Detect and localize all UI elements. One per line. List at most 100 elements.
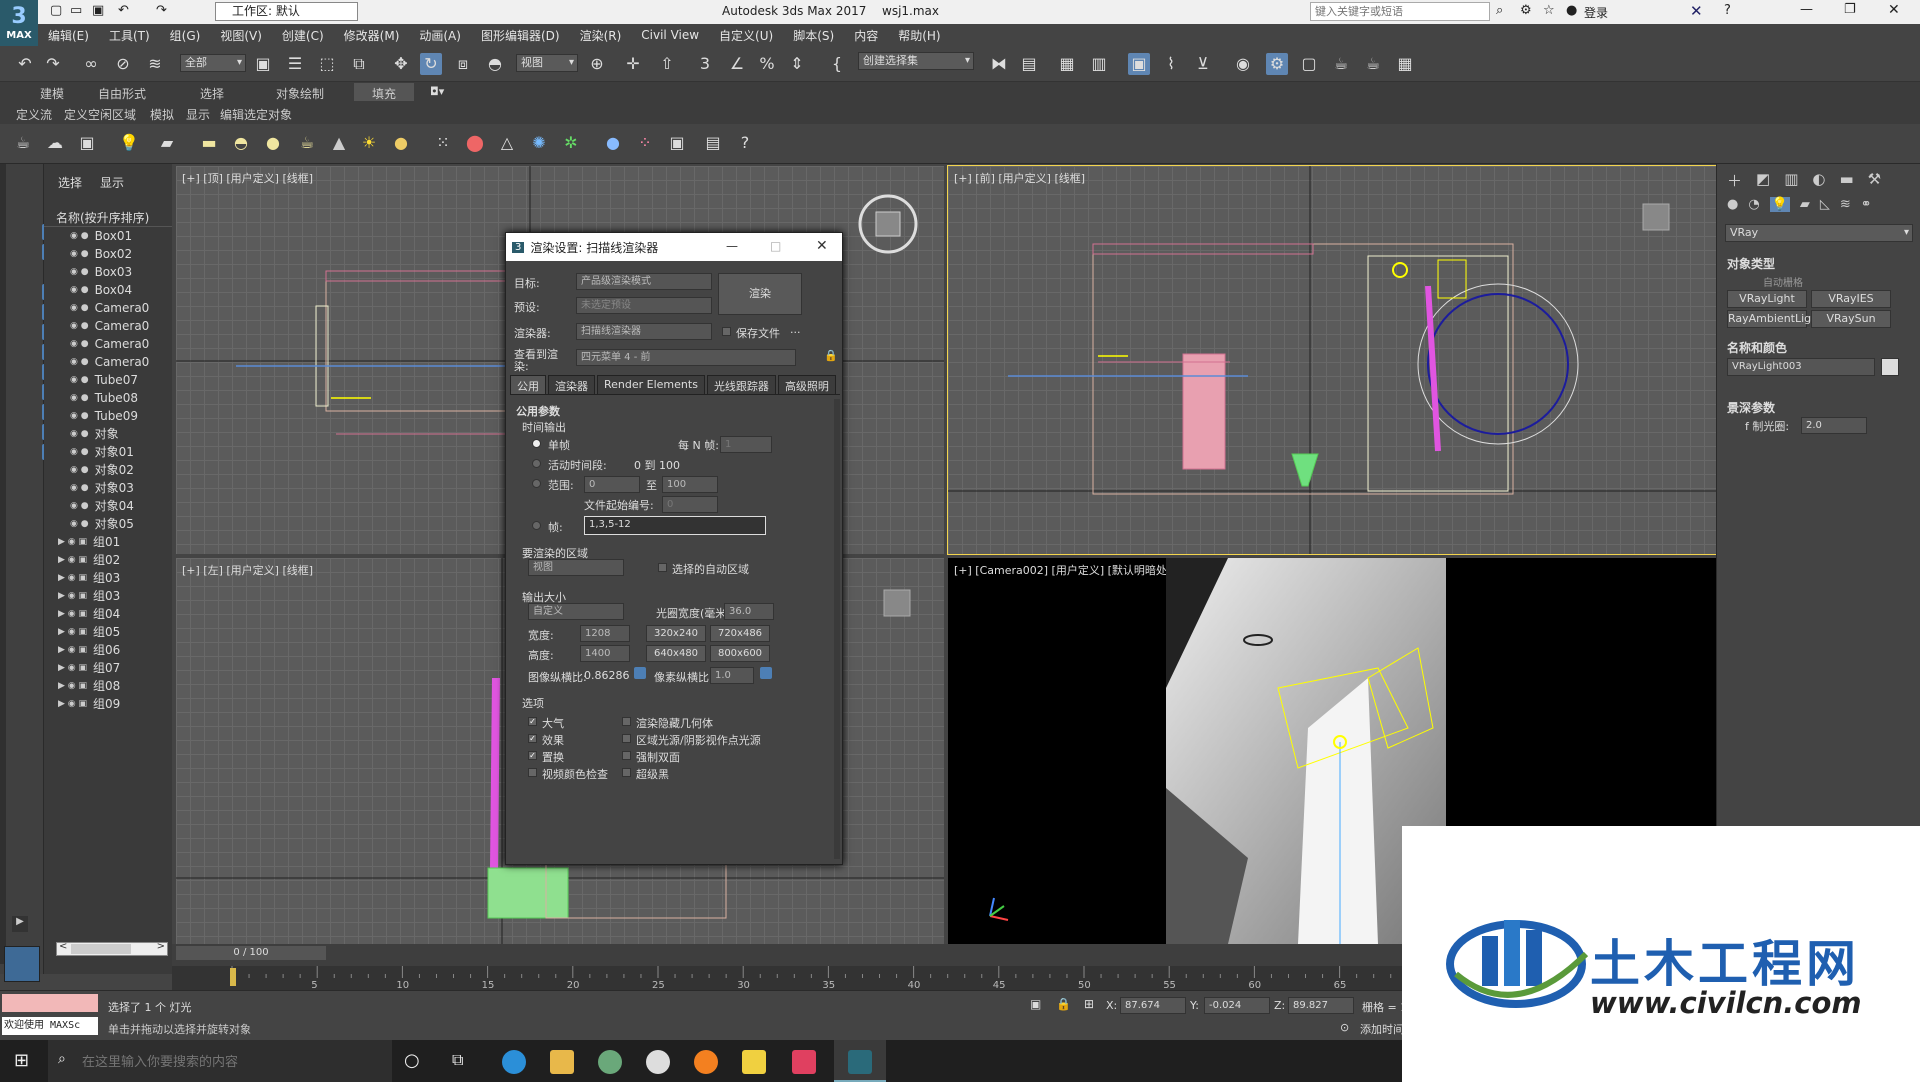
horizontal-scrollbar[interactable]: < > bbox=[56, 941, 168, 956]
group-expand-icon[interactable]: ▶ ◉ ▣ bbox=[58, 677, 87, 695]
visibility-eye-icon[interactable]: ◉ ● bbox=[70, 443, 89, 461]
ribbon-subtab-4[interactable]: 编辑选定对象 bbox=[220, 106, 292, 123]
menu-item-2[interactable]: 组(G) bbox=[160, 27, 211, 44]
create-tab-icon[interactable]: ＋ bbox=[1727, 170, 1742, 191]
hierarchy-tab-icon[interactable]: ▥ bbox=[1784, 170, 1798, 191]
notepad-icon[interactable] bbox=[742, 1050, 766, 1074]
login-link[interactable]: 登录 bbox=[1584, 4, 1608, 21]
schematic-view-icon[interactable]: ⊻ bbox=[1192, 53, 1214, 75]
binoculars-icon[interactable]: ⌕ bbox=[1496, 3, 1503, 18]
redo-icon[interactable]: ↷ bbox=[156, 3, 167, 18]
size-720x486-button[interactable]: 720x486 bbox=[710, 625, 770, 642]
dialog-tab-3[interactable]: 光线跟踪器 bbox=[706, 375, 776, 394]
scene-group-item[interactable]: ▶ ◉ ▣ 组08 bbox=[44, 677, 172, 695]
unlink-icon[interactable]: ⊘ bbox=[112, 53, 134, 75]
app-icon-1[interactable] bbox=[598, 1050, 622, 1074]
subscription-icon[interactable]: ⚙ bbox=[1520, 3, 1532, 18]
dof-title[interactable]: 景深参数 bbox=[1717, 396, 1920, 419]
menu-item-11[interactable]: 脚本(S) bbox=[783, 27, 844, 44]
select-object-icon[interactable]: ▣ bbox=[252, 53, 274, 75]
dialog-maximize-button[interactable]: □ bbox=[770, 239, 781, 253]
dialog-tab-2[interactable]: Render Elements bbox=[597, 375, 705, 394]
scene-list-item[interactable]: ◉ ● 对象05 bbox=[44, 515, 172, 533]
edge-browser-icon[interactable] bbox=[502, 1050, 526, 1074]
visibility-eye-icon[interactable]: ◉ ● bbox=[70, 515, 89, 533]
firefox-icon[interactable] bbox=[694, 1050, 718, 1074]
render-setup-icon[interactable]: ⚙ bbox=[1266, 53, 1288, 75]
menu-item-4[interactable]: 创建(C) bbox=[272, 27, 334, 44]
visibility-eye-icon[interactable]: ◉ ● bbox=[70, 227, 89, 245]
motion-tab-icon[interactable]: ◐ bbox=[1812, 170, 1825, 191]
scene-group-item[interactable]: ▶ ◉ ▣ 组03 bbox=[44, 569, 172, 587]
render-production-icon[interactable]: ☕ bbox=[1330, 53, 1352, 75]
active-segment-radio[interactable] bbox=[532, 459, 541, 468]
align-icon[interactable]: ▤ bbox=[1018, 53, 1040, 75]
group-expand-icon[interactable]: ▶ ◉ ▣ bbox=[58, 587, 87, 605]
frames-radio[interactable] bbox=[532, 521, 541, 530]
scene-list-item[interactable]: ◉ ● 对象04 bbox=[44, 497, 172, 515]
open-file-icon[interactable]: ▭ bbox=[70, 3, 82, 18]
scene-list-item[interactable]: ◉ ● Tube08 bbox=[44, 389, 172, 407]
visibility-eye-icon[interactable]: ◉ ● bbox=[70, 407, 89, 425]
edit-named-selection-icon[interactable]: { bbox=[826, 53, 848, 75]
scene-group-item[interactable]: ▶ ◉ ▣ 组05 bbox=[44, 623, 172, 641]
cortana-icon[interactable]: ○ bbox=[404, 1050, 420, 1071]
undo-icon[interactable]: ↶ bbox=[14, 53, 36, 75]
named-selection-set-dropdown[interactable]: 创建选择集 bbox=[858, 52, 974, 70]
redo-icon[interactable]: ↷ bbox=[42, 53, 64, 75]
environment-icon[interactable]: ▣ bbox=[666, 132, 688, 154]
group-expand-icon[interactable]: ▶ ◉ ▣ bbox=[58, 641, 87, 659]
pivot-center-icon[interactable]: ⊕ bbox=[586, 53, 608, 75]
tab-display[interactable]: 显示 bbox=[100, 174, 124, 191]
max-logo-button[interactable]: 3 MAX bbox=[0, 0, 38, 46]
minimize-button[interactable]: — bbox=[1800, 2, 1813, 17]
plant-icon[interactable]: ✲ bbox=[560, 132, 582, 154]
color-dots-icon[interactable]: ⁘ bbox=[634, 132, 656, 154]
bone-icon[interactable]: △ bbox=[496, 132, 518, 154]
target-dropdown[interactable]: 产品级渲染模式 bbox=[576, 273, 712, 290]
teapot-small-icon[interactable]: ☕ bbox=[296, 132, 318, 154]
keyboard-shortcut-icon[interactable]: ⇧ bbox=[656, 53, 678, 75]
link-icon[interactable]: ∞ bbox=[80, 53, 102, 75]
place-icon[interactable]: ◓ bbox=[484, 53, 506, 75]
z-coordinate-field[interactable]: 89.827 bbox=[1288, 997, 1354, 1014]
help-circle-icon[interactable]: ? bbox=[734, 132, 756, 154]
scene-group-item[interactable]: ▶ ◉ ▣ 组01 bbox=[44, 533, 172, 551]
taskbar-search-input[interactable] bbox=[82, 1050, 382, 1072]
selection-filter-dropdown[interactable]: 全部 bbox=[180, 54, 246, 72]
visibility-eye-icon[interactable]: ◉ ● bbox=[70, 461, 89, 479]
menu-item-0[interactable]: 编辑(E) bbox=[38, 27, 99, 44]
layer-explorer-icon[interactable]: ▦ bbox=[1056, 53, 1078, 75]
snaps-toggle-icon[interactable]: 3 bbox=[694, 53, 716, 75]
visibility-eye-icon[interactable]: ◉ ● bbox=[70, 353, 89, 371]
menu-item-7[interactable]: 图形编辑器(D) bbox=[471, 27, 570, 44]
favorites-icon[interactable]: ☆ bbox=[1543, 3, 1555, 18]
option-checkbox[interactable] bbox=[622, 734, 631, 743]
sun-icon[interactable]: ☀ bbox=[358, 132, 380, 154]
scene-list-item[interactable]: ◉ ● 对象01 bbox=[44, 443, 172, 461]
auto-region-checkbox[interactable] bbox=[658, 563, 667, 572]
ribbon-tab-1[interactable]: 自由形式 bbox=[98, 85, 146, 102]
scene-list-item[interactable]: ◉ ● Camera0 bbox=[44, 299, 172, 317]
visibility-eye-icon[interactable]: ◉ ● bbox=[70, 497, 89, 515]
scene-group-item[interactable]: ▶ ◉ ▣ 组06 bbox=[44, 641, 172, 659]
option-checkbox[interactable]: ✓ bbox=[528, 717, 537, 726]
material-editor-icon[interactable]: ◉ bbox=[1232, 53, 1254, 75]
select-manipulate-icon[interactable]: ✛ bbox=[622, 53, 644, 75]
option-checkbox[interactable] bbox=[528, 768, 537, 777]
column-header[interactable]: 名称(按升序排序) bbox=[44, 209, 172, 227]
undo-icon[interactable]: ↶ bbox=[118, 3, 129, 18]
ribbon-subtab-0[interactable]: 定义流 bbox=[16, 106, 52, 123]
angle-snap-icon[interactable]: ∠ bbox=[726, 53, 748, 75]
scene-group-item[interactable]: ▶ ◉ ▣ 组04 bbox=[44, 605, 172, 623]
maximize-button[interactable]: ❐ bbox=[1844, 2, 1856, 17]
object-type-title[interactable]: 对象类型 bbox=[1717, 252, 1920, 275]
help-search-input[interactable] bbox=[1310, 2, 1490, 21]
percent-snap-icon[interactable]: % bbox=[756, 53, 778, 75]
plane-icon[interactable]: ▬ bbox=[198, 132, 220, 154]
visibility-eye-icon[interactable]: ◉ ● bbox=[70, 245, 89, 263]
scene-list-item[interactable]: ◉ ● Camera0 bbox=[44, 335, 172, 353]
common-params-title[interactable]: 公用参数 bbox=[516, 403, 560, 419]
light-type-dropdown[interactable]: VRay bbox=[1725, 224, 1913, 242]
dialog-minimize-button[interactable]: — bbox=[726, 239, 738, 253]
